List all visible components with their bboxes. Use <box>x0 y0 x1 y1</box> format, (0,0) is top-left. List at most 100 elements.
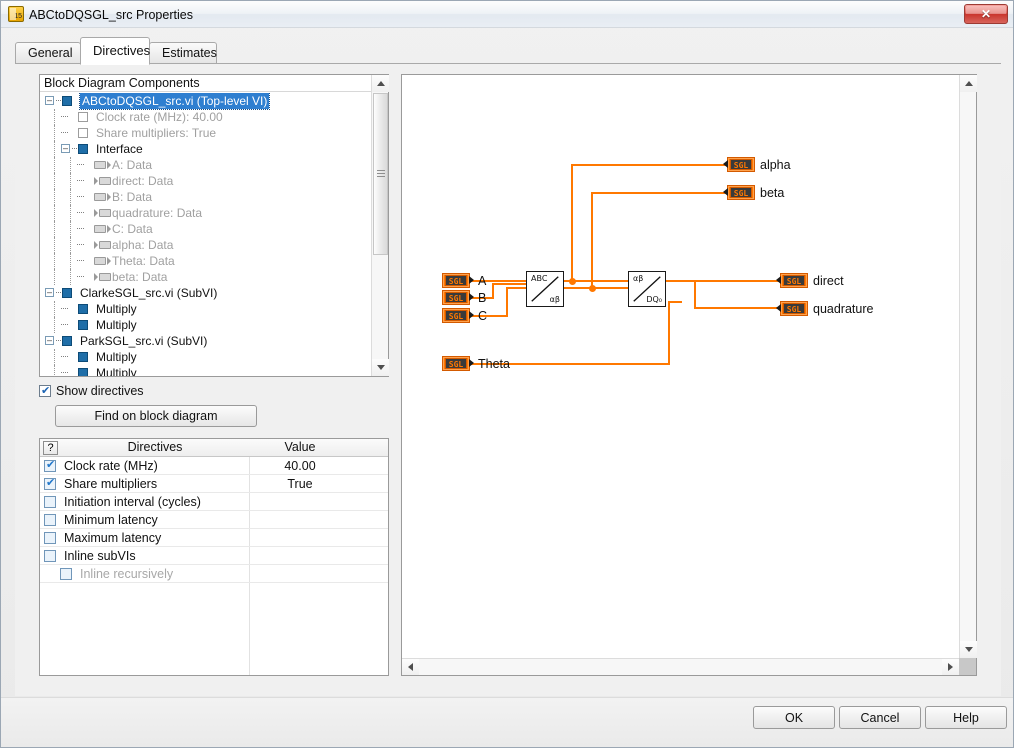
row-value[interactable] <box>250 493 350 511</box>
tree-collapse-icon[interactable]: – <box>45 288 54 297</box>
tree-node-label: C: Data <box>112 222 153 236</box>
row-value[interactable] <box>250 565 350 583</box>
block-diagram-components-tree[interactable]: Block Diagram Components – ABCtoDQSGL_src… <box>39 74 389 377</box>
tree-guide-line <box>54 365 55 376</box>
output-terminal-quadrature[interactable]: SGL <box>776 301 808 316</box>
row-value[interactable] <box>250 529 350 547</box>
tree-collapse-icon[interactable]: – <box>45 96 54 105</box>
output-terminal-direct[interactable]: SGL <box>776 273 808 288</box>
tree-connector <box>61 308 68 309</box>
row-label: Initiation interval (cycles) <box>64 495 201 509</box>
tree-node-label: ParkSGL_src.vi (SubVI) <box>80 334 208 348</box>
tree-guide-line <box>70 189 71 205</box>
tree-node[interactable]: – ClarkeSGL_src.vi (SubVI) <box>40 285 370 301</box>
help-button[interactable]: Help <box>925 706 1007 729</box>
tree-node-label: quadrature: Data <box>112 206 203 220</box>
clarke-transform-node[interactable]: ABC αβ <box>526 271 564 307</box>
block-diagram-canvas[interactable]: ABC αβ αβ DQ₀ SGL A SGL B SGL C SGL Theta SGL alp… <box>402 75 959 658</box>
tree-node[interactable]: Multiply <box>40 365 370 376</box>
tree-node[interactable]: Multiply <box>40 317 370 333</box>
tab-directives[interactable]: Directives <box>80 37 150 65</box>
tab-general[interactable]: General <box>15 42 81 64</box>
title-bar: 15 ABCtoDQSGL_src Properties ✕ <box>1 1 1013 28</box>
help-question-button[interactable]: ? <box>43 441 58 455</box>
tree-node[interactable]: Clock rate (MHz): 40.00 <box>40 109 370 125</box>
wire-alpha-up <box>571 164 573 282</box>
tree-guide-line <box>54 349 55 365</box>
directives-table[interactable]: ? Directives Value Clock rate (MHz) 40.00… <box>39 438 389 676</box>
terminal-nub-icon <box>469 293 474 301</box>
tree-node[interactable]: B: Data <box>40 189 370 205</box>
tree-node[interactable]: direct: Data <box>40 173 370 189</box>
scroll-left-icon <box>408 663 413 671</box>
table-row[interactable]: Share multipliers True <box>40 475 388 493</box>
tree-node-label: Theta: Data <box>112 254 175 268</box>
tree-scroll-down-button[interactable] <box>372 359 389 376</box>
tree-node-list[interactable]: – ABCtoDQSGL_src.vi (Top-level VI) Clock r… <box>40 93 370 376</box>
table-row[interactable]: Inline recursively <box>40 565 388 583</box>
terminal-inner: SGL <box>783 303 805 314</box>
tree-scroll-up-button[interactable] <box>372 75 389 92</box>
input-terminal-theta[interactable]: SGL <box>442 356 474 371</box>
ok-button[interactable]: OK <box>753 706 835 729</box>
tree-node[interactable]: C: Data <box>40 221 370 237</box>
tree-connector <box>72 148 77 149</box>
column-header-value[interactable]: Value <box>250 439 350 456</box>
tree-guide-line <box>54 237 55 253</box>
table-row[interactable]: Clock rate (MHz) 40.00 <box>40 457 388 475</box>
tree-connector <box>77 244 84 245</box>
tree-connector <box>77 196 84 197</box>
tree-node[interactable]: – ABCtoDQSGL_src.vi (Top-level VI) <box>40 93 370 110</box>
close-button[interactable]: ✕ <box>964 4 1008 24</box>
find-on-block-diagram-button[interactable]: Find on block diagram <box>55 405 257 427</box>
terminal-type-label: SGL <box>446 293 466 303</box>
diagram-scroll-right-button[interactable] <box>942 659 959 675</box>
tree-node[interactable]: – Interface <box>40 141 370 157</box>
table-row[interactable]: Initiation interval (cycles) <box>40 493 388 511</box>
block-diagram-panel[interactable]: ABC αβ αβ DQ₀ SGL A SGL B SGL C SGL Theta SGL alp… <box>401 74 977 676</box>
output-terminal-alpha[interactable]: SGL <box>723 157 755 172</box>
tree-collapse-icon[interactable]: – <box>61 144 70 153</box>
cancel-button[interactable]: Cancel <box>839 706 921 729</box>
input-terminal-b[interactable]: SGL <box>442 290 474 305</box>
tree-node[interactable]: Multiply <box>40 301 370 317</box>
column-header-directives[interactable]: Directives <box>62 439 248 456</box>
tree-connector <box>56 100 61 101</box>
row-value[interactable]: 40.00 <box>250 457 350 475</box>
row-value[interactable] <box>250 547 350 565</box>
diagram-horizontal-scrollbar[interactable] <box>402 658 959 675</box>
filled-square-icon <box>78 352 88 362</box>
tree-node[interactable]: Multiply <box>40 349 370 365</box>
tree-node[interactable]: A: Data <box>40 157 370 173</box>
tree-node[interactable]: – ParkSGL_src.vi (SubVI) <box>40 333 370 349</box>
tree-guide-line <box>70 237 71 253</box>
directives-page: Block Diagram Components – ABCtoDQSGL_src… <box>15 64 1001 696</box>
row-value[interactable]: True <box>250 475 350 493</box>
tree-guide-line <box>54 189 55 205</box>
tree-connector <box>56 292 61 293</box>
tree-vertical-scrollbar[interactable] <box>371 75 389 376</box>
row-value[interactable] <box>250 511 350 529</box>
tree-connector <box>61 356 68 357</box>
tree-node[interactable]: Theta: Data <box>40 253 370 269</box>
tree-node[interactable]: beta: Data <box>40 269 370 285</box>
diagram-vertical-scrollbar[interactable] <box>959 75 977 658</box>
table-row[interactable]: Inline subVIs <box>40 547 388 565</box>
show-directives-checkbox[interactable]: Show directives <box>39 383 144 399</box>
tree-scrollbar-thumb[interactable] <box>373 93 388 255</box>
tab-estimates[interactable]: Estimates <box>149 42 217 64</box>
diagram-scroll-left-button[interactable] <box>402 659 419 675</box>
output-terminal-beta[interactable]: SGL <box>723 185 755 200</box>
tree-guide-line <box>54 141 55 157</box>
table-row[interactable]: Maximum latency <box>40 529 388 547</box>
tree-node[interactable]: alpha: Data <box>40 237 370 253</box>
park-transform-node[interactable]: αβ DQ₀ <box>628 271 666 307</box>
tree-node[interactable]: quadrature: Data <box>40 205 370 221</box>
input-terminal-a[interactable]: SGL <box>442 273 474 288</box>
table-row[interactable]: Minimum latency <box>40 511 388 529</box>
tree-collapse-icon[interactable]: – <box>45 336 54 345</box>
tree-node[interactable]: Share multipliers: True <box>40 125 370 141</box>
input-terminal-c[interactable]: SGL <box>442 308 474 323</box>
diagram-scroll-up-button[interactable] <box>960 75 977 92</box>
diagram-scroll-down-button[interactable] <box>960 641 977 658</box>
